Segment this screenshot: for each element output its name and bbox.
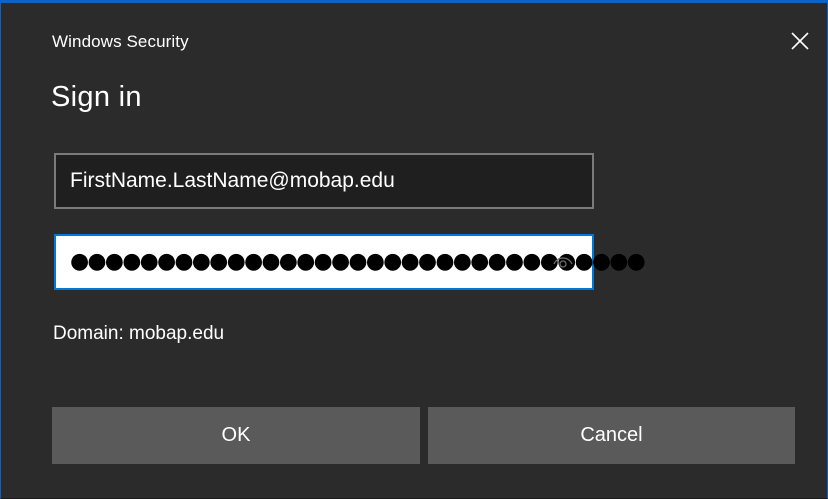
eye-icon[interactable] bbox=[552, 252, 574, 270]
username-value: FirstName.LastName@mobap.edu bbox=[70, 169, 395, 192]
sign-in-dialog: Windows Security Sign in FirstName.LastN… bbox=[0, 0, 828, 499]
ok-button-label: OK bbox=[221, 424, 251, 446]
cancel-button-label: Cancel bbox=[580, 424, 643, 446]
cancel-button[interactable]: Cancel bbox=[428, 407, 795, 464]
page-title: Sign in bbox=[51, 81, 142, 113]
username-field[interactable]: FirstName.LastName@mobap.edu bbox=[54, 153, 594, 209]
window-title: Windows Security bbox=[52, 32, 189, 51]
close-icon bbox=[791, 32, 809, 50]
domain-label: Domain: mobap.edu bbox=[53, 323, 225, 344]
ok-button[interactable]: OK bbox=[52, 407, 420, 464]
password-field[interactable]: ●●●●●●●●●●●●●●●●●●●●●●●●●●●●●●●●● bbox=[54, 234, 646, 290]
close-button[interactable] bbox=[785, 26, 815, 56]
